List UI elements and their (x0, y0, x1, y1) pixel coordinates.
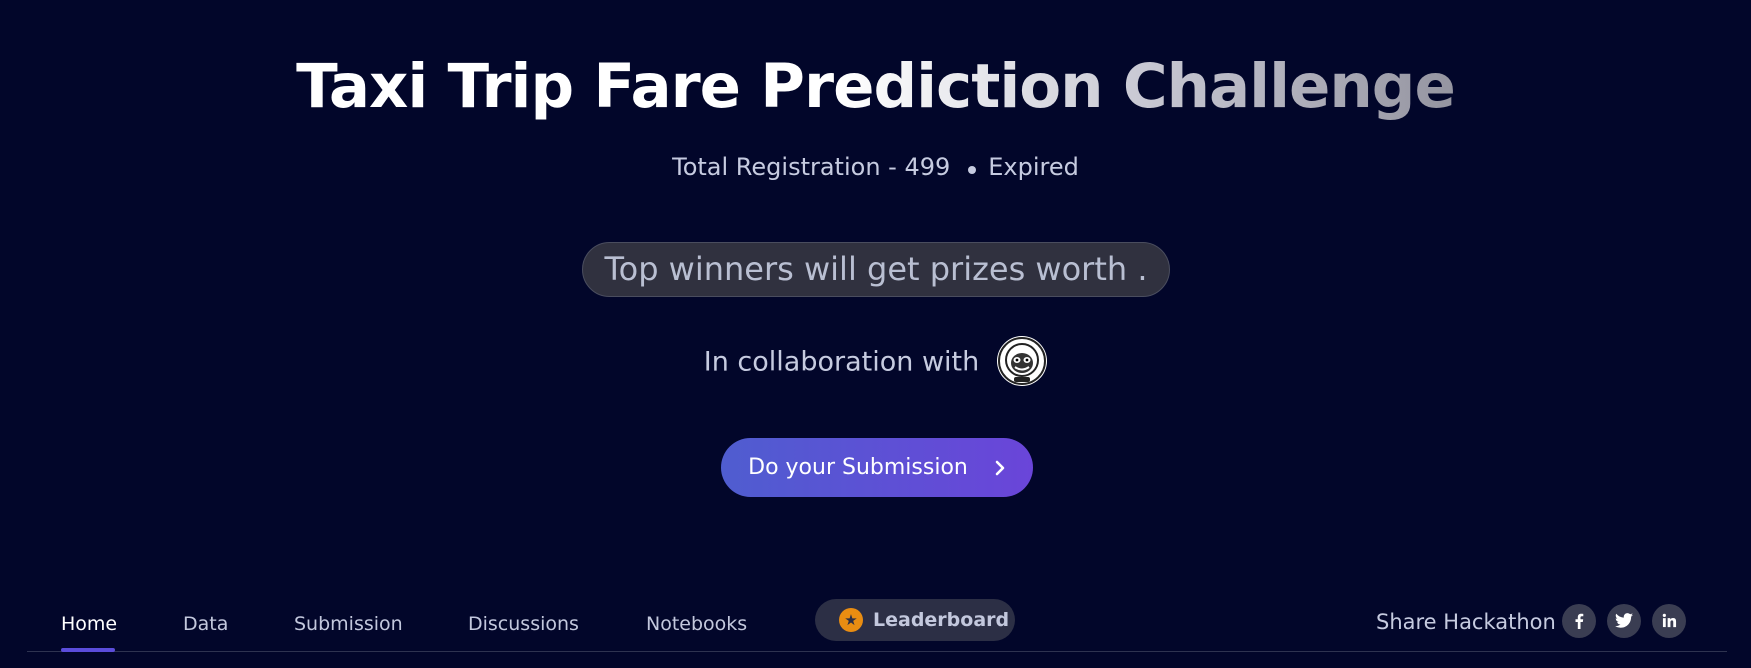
submit-button-label: Do your Submission (748, 455, 968, 480)
leaderboard-button[interactable]: ★ Leaderboard (815, 599, 1015, 641)
tab-discussions[interactable]: Discussions (468, 607, 579, 641)
collaboration-label: In collaboration with (703, 346, 980, 378)
do-submission-button[interactable]: Do your Submission (721, 438, 1033, 497)
separator-dot (968, 166, 977, 174)
prize-banner: Top winners will get prizes worth . (582, 242, 1170, 297)
facebook-icon (1575, 613, 1584, 629)
partner-logo (997, 336, 1048, 386)
page-title: Taxi Trip Fare Prediction Challenge (0, 50, 1751, 124)
linkedin-icon (1662, 613, 1676, 628)
twitter-icon (1615, 613, 1633, 628)
tab-home[interactable]: Home (61, 607, 117, 641)
status-badge: Expired (988, 153, 1079, 181)
tab-data[interactable]: Data (183, 607, 228, 641)
chevron-right-icon (994, 438, 1006, 497)
tab-notebooks[interactable]: Notebooks (646, 607, 747, 641)
linkedin-share-button[interactable] (1652, 604, 1686, 638)
collaboration-row: In collaboration with (0, 336, 1751, 388)
twitter-share-button[interactable] (1607, 604, 1641, 638)
leaderboard-label: Leaderboard (873, 609, 1010, 631)
active-tab-indicator (61, 648, 115, 652)
share-hackathon-label: Share Hackathon (1376, 610, 1556, 634)
tab-submission[interactable]: Submission (294, 607, 403, 641)
star-icon: ★ (839, 608, 863, 632)
hackathon-nav: Home Data Submission Discussions Noteboo… (27, 595, 1727, 652)
registration-meta: Total Registration - 499 Expired (0, 150, 1751, 184)
monkey-astronaut-icon (998, 337, 1047, 385)
facebook-share-button[interactable] (1562, 604, 1596, 638)
registration-count: Total Registration - 499 (672, 153, 951, 181)
